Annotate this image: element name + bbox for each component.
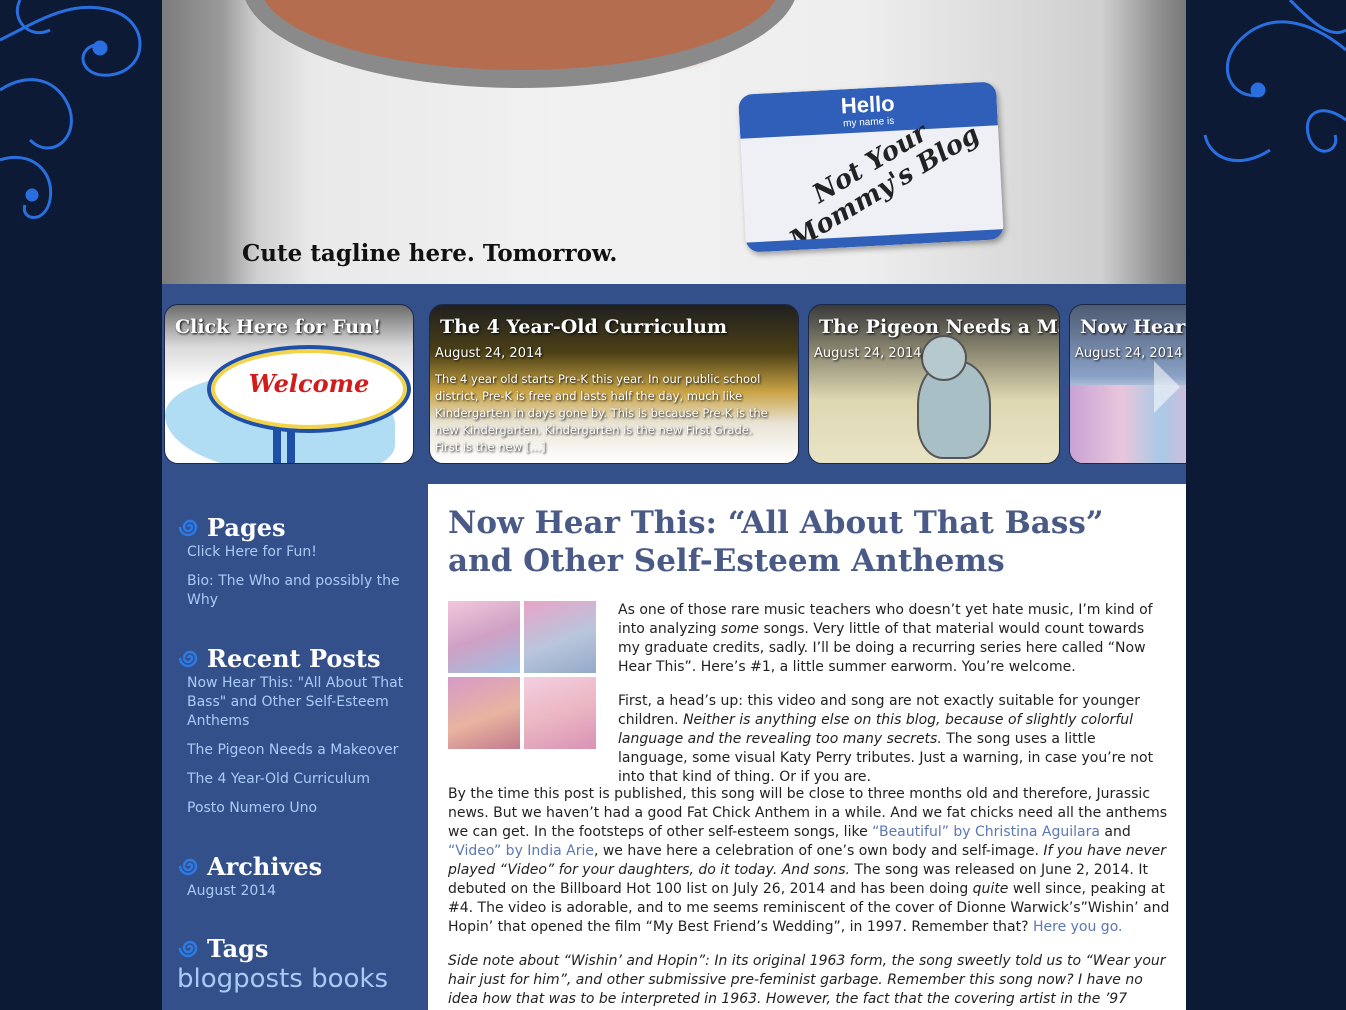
site-header-banner[interactable]: Hello my name is Not Your Mommy's Blog C… [162, 0, 1186, 284]
post-intro: As one of those rare music teachers who … [618, 601, 1168, 802]
video-still-1 [448, 601, 520, 673]
tag-link-blogposts[interactable]: blogposts [177, 964, 303, 994]
welcome-sign-text: Welcome [248, 369, 370, 398]
slide-title: Now Hear This [1080, 316, 1186, 338]
sidebar-link-pigeon[interactable]: The Pigeon Needs a Makeover [187, 741, 417, 760]
page-container: Hello my name is Not Your Mommy's Blog C… [162, 0, 1186, 1010]
sidebar-link-curriculum[interactable]: The 4 Year-Old Curriculum [187, 770, 417, 789]
widget-title-recent-posts: Recent Posts [207, 643, 381, 673]
slide-pigeon-needs-makeover[interactable]: The Pigeon Needs a Makeover August 24, 2… [808, 304, 1060, 464]
post-content: Now Hear This: “All About That Bass” and… [428, 484, 1186, 1010]
slide-4-year-old-curriculum[interactable]: The 4 Year-Old Curriculum August 24, 201… [429, 304, 799, 464]
featured-slider: Welcome Click Here for Fun! The 4 Year-O… [162, 284, 1186, 484]
tag-cloud: blogposts books [177, 964, 417, 994]
slide-click-here-for-fun[interactable]: Welcome Click Here for Fun! [164, 304, 414, 464]
site-tagline: Cute tagline here. Tomorrow. [242, 240, 618, 267]
video-still-2 [524, 601, 596, 673]
widget-title-pages: Pages [207, 512, 286, 542]
decorative-swirl-left [0, 0, 142, 219]
video-still-3 [448, 677, 520, 749]
spiral-icon [178, 858, 198, 876]
widget-tags: Tags blogposts books [177, 932, 417, 995]
post-featured-image[interactable] [448, 601, 596, 749]
post-paragraph-3: By the time this post is published, this… [448, 786, 1170, 935]
slide-date: August 24, 2014 [814, 346, 922, 361]
spiral-icon [178, 519, 198, 537]
welcome-sign-image: Welcome [207, 345, 411, 433]
tag-link-books[interactable]: books [311, 964, 388, 994]
widget-pages: Pages Click Here for Fun! Bio: The Who a… [177, 511, 417, 620]
sidebar: Pages Click Here for Fun! Bio: The Who a… [162, 484, 428, 1010]
link-here-you-go[interactable]: Here you go. [1033, 919, 1122, 935]
spiral-icon [178, 650, 198, 668]
slide-excerpt: The 4 year old starts Pre-K this year. I… [435, 372, 768, 454]
post-paragraph-2: First, a head’s up: this video and song … [618, 693, 1154, 785]
post-paragraph-1: As one of those rare music teachers who … [618, 602, 1153, 675]
slide-title: Click Here for Fun! [175, 316, 382, 338]
slide-date: August 24, 2014 [1075, 346, 1183, 361]
sidebar-link-click-here-for-fun[interactable]: Click Here for Fun! [187, 543, 417, 562]
slide-title: The Pigeon Needs a Makeover [819, 316, 1059, 338]
widget-archives: Archives August 2014 [177, 850, 417, 911]
header-photo-collar [242, 0, 798, 88]
name-tag-logo: Hello my name is Not Your Mommy's Blog [738, 81, 1004, 253]
post-title[interactable]: Now Hear This: “All About That Bass” and… [448, 504, 1168, 580]
spiral-icon [178, 940, 198, 958]
post-body: By the time this post is published, this… [448, 785, 1170, 1010]
slider-next-arrow-icon[interactable] [1154, 361, 1180, 413]
sidebar-link-bio[interactable]: Bio: The Who and possibly the Why [187, 572, 417, 610]
widget-recent-posts: Recent Posts Now Hear This: "All About T… [177, 642, 417, 828]
widget-title-archives: Archives [207, 851, 323, 881]
sidebar-link-august-2014[interactable]: August 2014 [187, 882, 417, 901]
slide-date: August 24, 2014 [435, 346, 543, 361]
widget-title-tags: Tags [207, 933, 269, 963]
link-beautiful-christina-aguilera[interactable]: “Beautiful” by Christina Aguilara [872, 824, 1100, 840]
sidebar-link-posto-numero-uno[interactable]: Posto Numero Uno [187, 799, 417, 818]
sidebar-link-now-hear-this[interactable]: Now Hear This: "All About That Bass" and… [187, 674, 417, 731]
link-video-india-arie[interactable]: “Video” by India Arie [448, 843, 594, 859]
slide-title: The 4 Year-Old Curriculum [440, 316, 728, 338]
slide-now-hear-this[interactable]: Now Hear This August 24, 2014 [1069, 304, 1186, 464]
video-still-4 [524, 677, 596, 749]
post-paragraph-4: Side note about “Wishin’ and Hopin”: In … [448, 953, 1166, 1007]
